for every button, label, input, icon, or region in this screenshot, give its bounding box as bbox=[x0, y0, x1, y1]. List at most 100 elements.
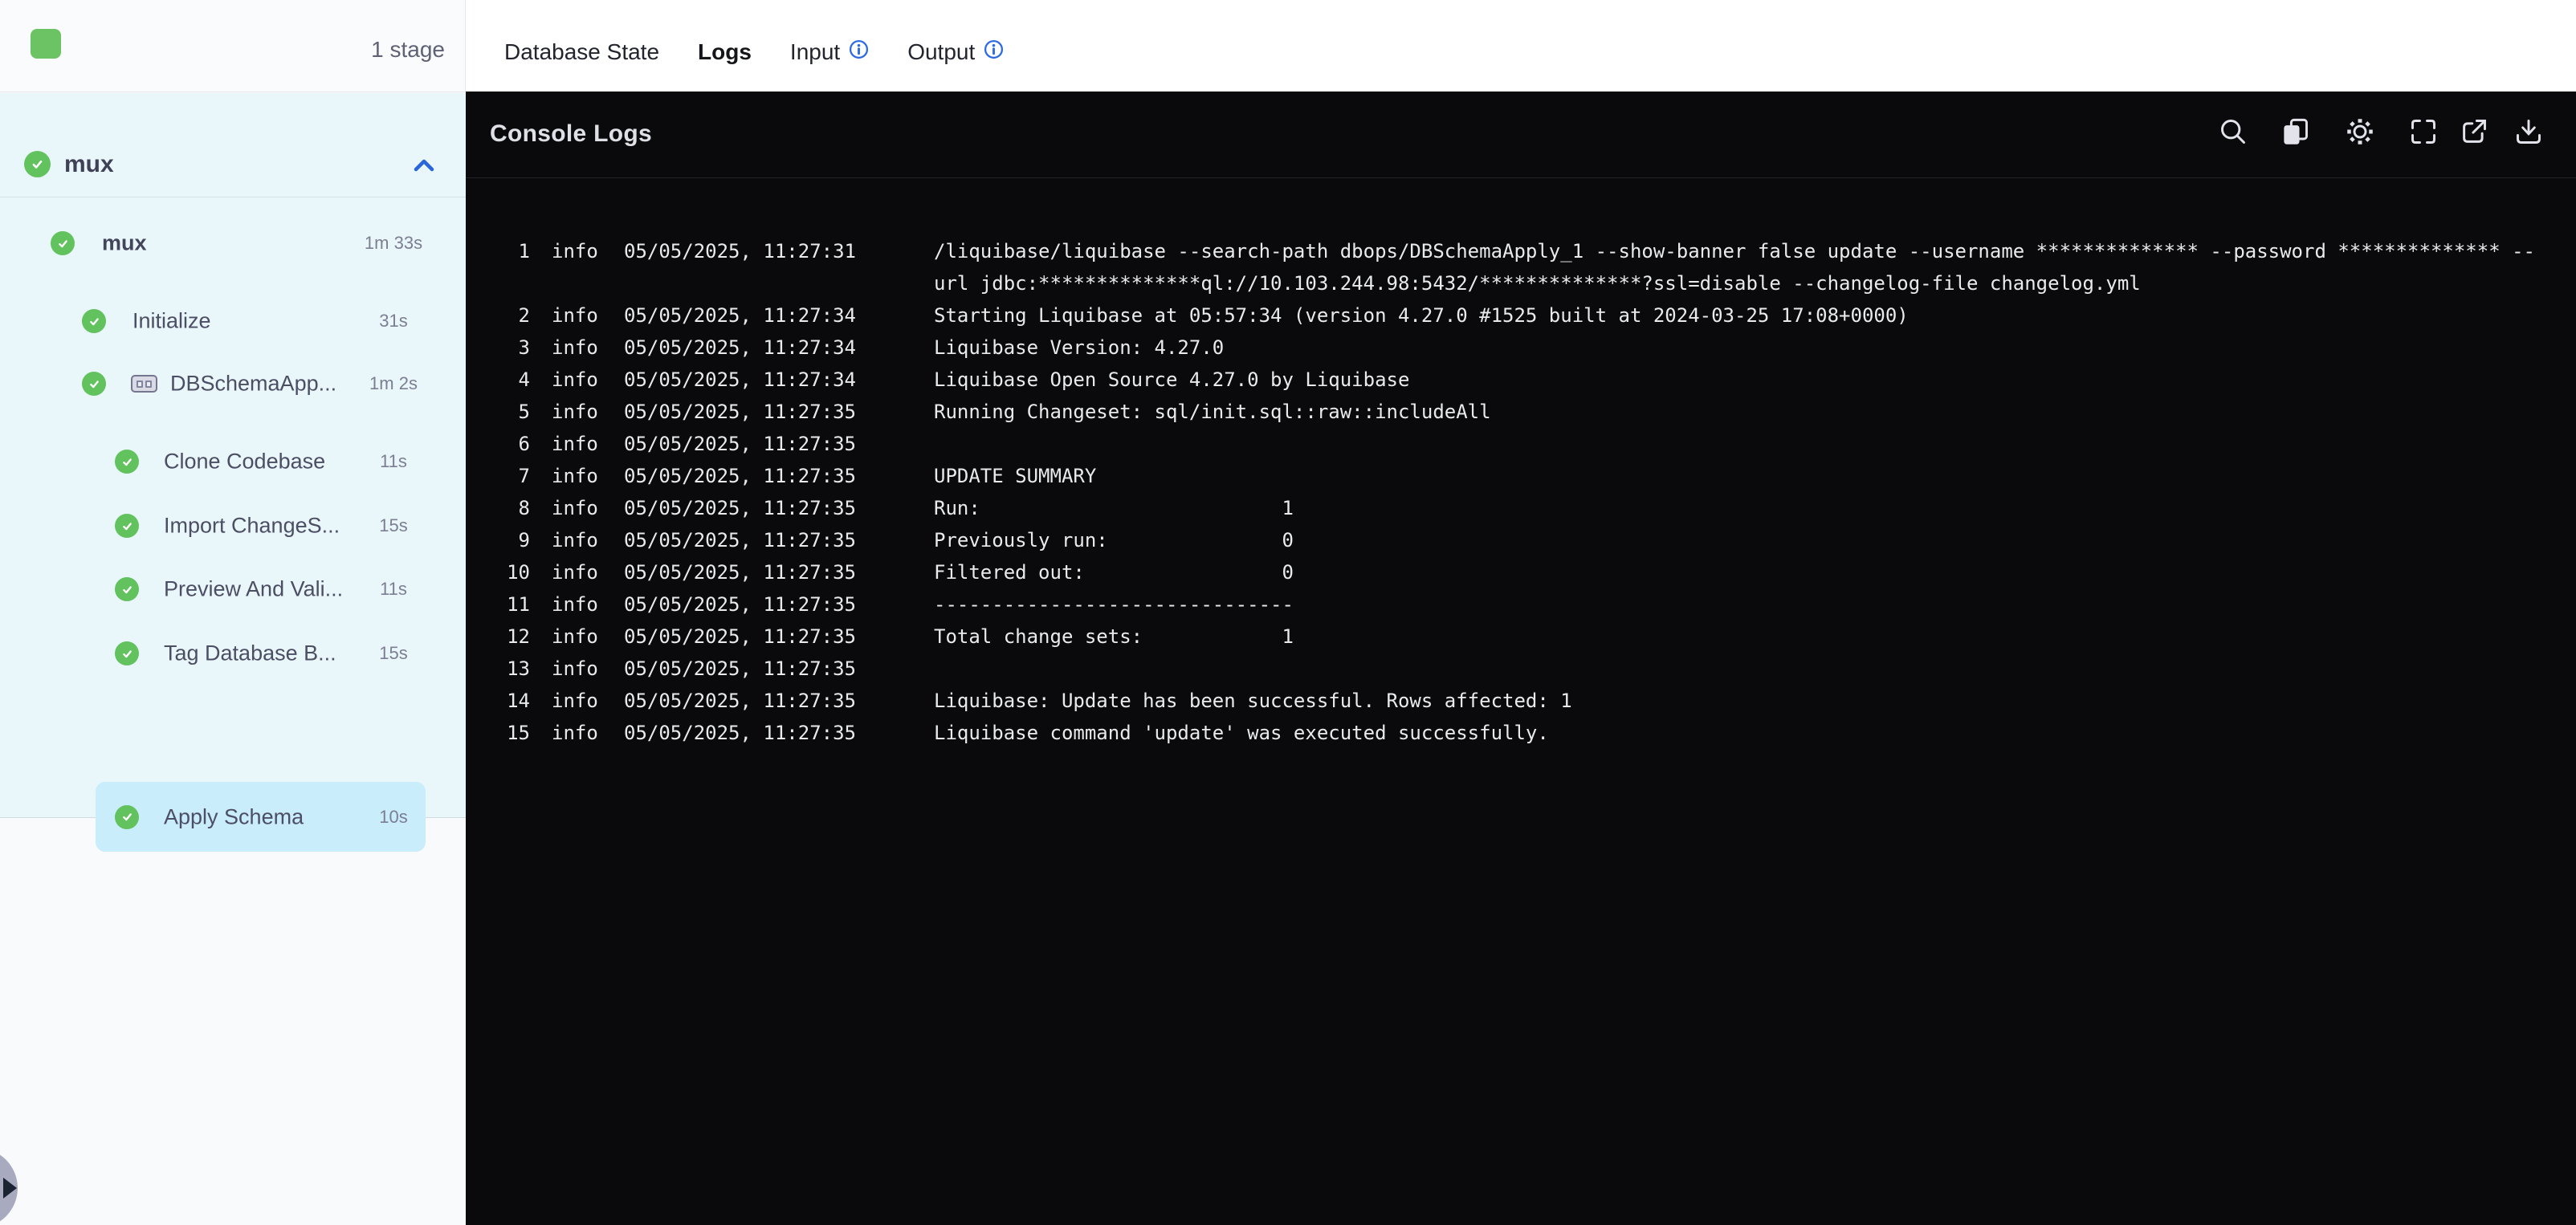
log-line-3: 3 info 05/05/2025, 11:27:34 Liquibase Versi… bbox=[466, 332, 2576, 364]
search-icon[interactable] bbox=[2219, 117, 2248, 146]
log-timestamp: 05/05/2025, 11:27:35 bbox=[624, 722, 856, 744]
stage-status-square-icon[interactable] bbox=[31, 29, 61, 59]
step-duration: 15s bbox=[379, 643, 408, 663]
success-check-icon bbox=[82, 372, 106, 396]
log-timestamp: 05/05/2025, 11:27:35 bbox=[624, 529, 856, 551]
stage-group-label: mux bbox=[64, 151, 114, 177]
log-line-number: 6 bbox=[518, 433, 530, 455]
success-check-icon bbox=[115, 577, 139, 601]
log-line-14: 14 info 05/05/2025, 11:27:35 Liquibase: Upd… bbox=[466, 685, 2576, 717]
step-duration: 1m 33s bbox=[364, 233, 423, 253]
info-icon[interactable] bbox=[840, 39, 869, 65]
log-line-5: 5 info 05/05/2025, 11:27:35 Running Changes… bbox=[466, 396, 2576, 428]
step-row-apply-schema[interactable]: Apply Schema 10s bbox=[0, 782, 466, 852]
step-label: mux bbox=[102, 230, 147, 255]
tab-database-state[interactable]: Database State bbox=[504, 13, 659, 92]
console-title: Console Logs bbox=[490, 120, 652, 147]
step-label: Preview And Vali... bbox=[164, 576, 344, 601]
log-line-number: 9 bbox=[518, 529, 530, 551]
expand-panel-button[interactable] bbox=[0, 1148, 18, 1225]
log-level: info bbox=[552, 657, 598, 680]
success-check-icon bbox=[115, 450, 139, 474]
log-line-13: 13 info 05/05/2025, 11:27:35 bbox=[466, 653, 2576, 685]
step-duration: 1m 2s bbox=[369, 373, 418, 393]
log-level: info bbox=[552, 401, 598, 423]
log-line-1-wrap: url jdbc:**************ql://10.103.244.9… bbox=[466, 267, 2576, 299]
log-level: info bbox=[552, 625, 598, 648]
log-message: Running Changeset: sql/init.sql::raw::in… bbox=[934, 401, 1491, 423]
fullscreen-icon[interactable] bbox=[2409, 117, 2438, 146]
log-level: info bbox=[552, 368, 598, 391]
log-line-number: 13 bbox=[507, 657, 530, 680]
info-icon[interactable] bbox=[975, 39, 1004, 65]
log-line-number: 15 bbox=[507, 722, 530, 744]
log-line-15: 15 info 05/05/2025, 11:27:35 Liquibase comm… bbox=[466, 717, 2576, 749]
step-duration: 10s bbox=[379, 806, 408, 827]
log-line-1: 1 info 05/05/2025, 11:27:31/liquibase/liqu… bbox=[466, 235, 2576, 267]
step-duration: 15s bbox=[379, 515, 408, 535]
log-line-11: 11 info 05/05/2025, 11:27:35 --------------… bbox=[466, 588, 2576, 621]
log-level: info bbox=[552, 529, 598, 551]
copy-icon[interactable] bbox=[2281, 117, 2310, 146]
log-line-2: 2 info 05/05/2025, 11:27:34 Starting Liquib… bbox=[466, 299, 2576, 332]
step-duration: 31s bbox=[379, 311, 408, 331]
log-message: Previously run: 0 bbox=[934, 529, 1294, 551]
tab-logs[interactable]: Logs bbox=[685, 13, 764, 104]
log-message: Filtered out: 0 bbox=[934, 561, 1294, 584]
tab-label: Input bbox=[789, 39, 841, 64]
chevron-up-icon[interactable] bbox=[414, 159, 434, 176]
stage-group-header[interactable]: mux bbox=[0, 93, 466, 197]
log-level: info bbox=[552, 497, 598, 519]
step-row-preview-and-vali[interactable]: Preview And Vali... 11s bbox=[0, 557, 466, 621]
step-label: Clone Codebase bbox=[164, 449, 326, 474]
step-row-tag-database-b[interactable]: Tag Database B... 15s bbox=[0, 621, 466, 686]
console-log-area[interactable]: 1 info 05/05/2025, 11:27:31/liquibase/liqu… bbox=[466, 179, 2576, 1225]
tab-output[interactable]: Output bbox=[907, 13, 1004, 92]
play-triangle-icon bbox=[3, 1178, 17, 1199]
step-label: Import ChangeS... bbox=[164, 513, 340, 538]
log-line-12: 12 info 05/05/2025, 11:27:35 Total change s… bbox=[466, 621, 2576, 653]
step-row-dbschemaapp[interactable]: DBSchemaApp... 1m 2s bbox=[0, 352, 466, 416]
log-level: info bbox=[552, 690, 598, 712]
open-in-new-icon[interactable] bbox=[2460, 117, 2488, 146]
log-level: info bbox=[552, 561, 598, 584]
step-label: Apply Schema bbox=[164, 804, 304, 828]
log-line-number: 1 bbox=[518, 240, 530, 262]
success-check-icon bbox=[115, 514, 139, 538]
log-line-number: 8 bbox=[518, 497, 530, 519]
stage-summary-bar: 1 stage bbox=[0, 0, 466, 92]
step-row-mux[interactable]: mux 1m 33s bbox=[0, 211, 466, 275]
console-section: Console Logs 1 info 05/05/2025, 11:27:31/l… bbox=[466, 92, 2576, 1225]
log-level: info bbox=[552, 240, 598, 262]
log-timestamp: 05/05/2025, 11:27:34 bbox=[624, 368, 856, 391]
log-message: Liquibase Version: 4.27.0 bbox=[934, 336, 1225, 359]
log-line-8: 8 info 05/05/2025, 11:27:35 Run: 1 bbox=[466, 492, 2576, 524]
log-line-number: 12 bbox=[507, 625, 530, 648]
tab-input[interactable]: Input bbox=[790, 13, 869, 92]
log-message: Liquibase Open Source 4.27.0 by Liquibas… bbox=[934, 368, 1410, 391]
log-level: info bbox=[552, 433, 598, 455]
console-header: Console Logs bbox=[466, 92, 2576, 178]
success-check-icon bbox=[115, 804, 139, 829]
settings-icon[interactable] bbox=[2346, 117, 2374, 146]
step-row-initialize[interactable]: Initialize 31s bbox=[0, 289, 466, 353]
success-check-icon bbox=[24, 151, 51, 177]
step-row-import-changes[interactable]: Import ChangeS... 15s bbox=[0, 494, 466, 558]
log-line-6: 6 info 05/05/2025, 11:27:35 bbox=[466, 428, 2576, 460]
step-duration: 11s bbox=[380, 579, 407, 599]
log-message: Total change sets: 1 bbox=[934, 625, 1294, 648]
log-message: ------------------------------- bbox=[934, 593, 1294, 616]
log-timestamp: 05/05/2025, 11:27:35 bbox=[624, 657, 856, 680]
log-line-number: 10 bbox=[507, 561, 530, 584]
download-icon[interactable] bbox=[2514, 117, 2543, 146]
log-message: Starting Liquibase at 05:57:34 (version … bbox=[934, 304, 1909, 327]
log-line-number: 14 bbox=[507, 690, 530, 712]
log-line-7: 7 info 05/05/2025, 11:27:35 UPDATE SUMMARY bbox=[466, 460, 2576, 492]
step-group-icon bbox=[131, 375, 157, 393]
log-line-number: 4 bbox=[518, 368, 530, 391]
detail-tabs: Database State Logs Input Output bbox=[466, 0, 2576, 104]
log-timestamp: 05/05/2025, 11:27:34 bbox=[624, 336, 856, 359]
step-tree: mux 1m 33s Initialize 31s DBSchemaApp... 1m 2… bbox=[0, 197, 466, 852]
step-row-clone-codebase[interactable]: Clone Codebase 11s bbox=[0, 429, 466, 494]
tab-label: Database State bbox=[504, 39, 660, 64]
